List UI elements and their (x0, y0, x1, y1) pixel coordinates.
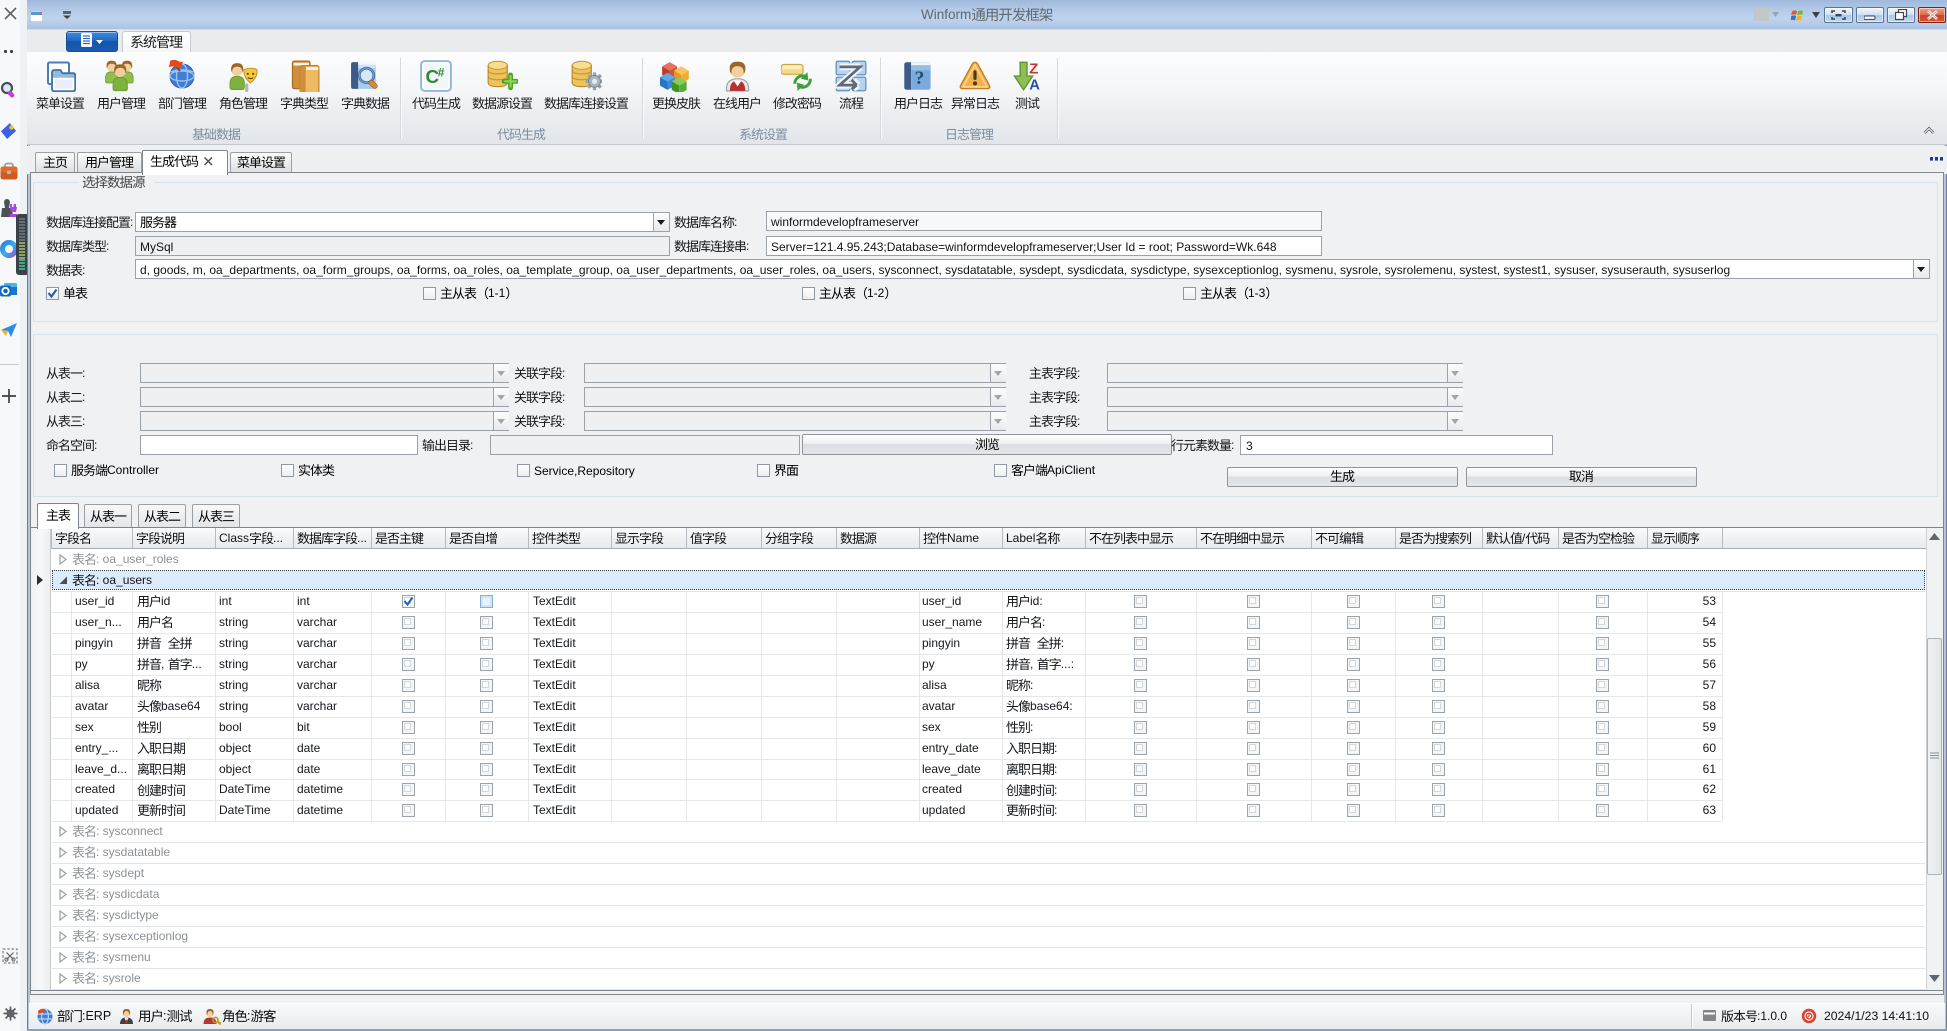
svg-text::: : (1077, 390, 1080, 404)
svg-text::: : (470, 438, 473, 452)
svg-text:?: ? (915, 68, 925, 89)
svg-text:Label: Label (1006, 531, 1035, 545)
svg-text:: sysmenu: : sysmenu (96, 950, 151, 964)
svg-text:A: A (1029, 78, 1040, 92)
svg-text::: : (1054, 803, 1057, 817)
svg-text:: sysdictype: : sysdictype (96, 908, 159, 922)
svg-text:1-3: 1-3 (1248, 286, 1266, 300)
svg-text:Controller: Controller (107, 463, 159, 477)
svg-text::ERP: :ERP (82, 1009, 111, 1023)
svg-text:id:: id: (1030, 594, 1043, 608)
svg-text:#: # (438, 66, 445, 80)
svg-text::: : (1054, 783, 1057, 797)
svg-text:/: / (1522, 531, 1526, 545)
svg-text::: : (1077, 414, 1080, 428)
svg-text::: : (94, 438, 97, 452)
svg-text::: : (82, 366, 85, 380)
svg-text::: : (746, 239, 749, 253)
svg-text:...: ... (357, 531, 367, 545)
svg-text::: : (562, 414, 565, 428)
svg-text:ApiClient: ApiClient (1047, 463, 1096, 477)
svg-text:...: ... (273, 531, 283, 545)
svg-text:,: , (1030, 657, 1033, 671)
svg-text:Class: Class (219, 531, 249, 545)
svg-text::: : (1030, 720, 1033, 734)
svg-text:: sysdicdata: : sysdicdata (96, 887, 160, 901)
svg-text::: : (82, 414, 85, 428)
svg-text:base64: base64 (161, 699, 201, 713)
svg-text::: : (1077, 366, 1080, 380)
svg-text:,: , (161, 657, 164, 671)
svg-text::: : (106, 239, 109, 253)
svg-text:Z: Z (1029, 62, 1038, 78)
svg-text:Name: Name (947, 531, 979, 545)
svg-text:Winform: Winform (921, 7, 971, 22)
svg-text:: sysdatatable: : sysdatatable (96, 845, 170, 859)
svg-text:: sysdept: : sysdept (96, 866, 145, 880)
svg-text::: : (562, 390, 565, 404)
svg-text::: : (734, 215, 737, 229)
svg-text:...:: ...: (1061, 657, 1074, 671)
svg-text:id: id (161, 594, 170, 608)
svg-text::: : (163, 1009, 166, 1023)
svg-text:: sysrole: : sysrole (96, 971, 141, 985)
svg-text::: : (1042, 615, 1045, 629)
svg-text:base64:: base64: (1030, 699, 1073, 713)
svg-text::: : (247, 1009, 250, 1023)
svg-text::: : (82, 390, 85, 404)
svg-text:: sysconnect: : sysconnect (96, 824, 163, 838)
svg-text:...: ... (192, 657, 202, 671)
svg-text::: : (1061, 636, 1064, 650)
svg-text::: : (1054, 762, 1057, 776)
svg-text:: oa_users: : oa_users (96, 573, 152, 587)
svg-text::: : (130, 215, 133, 229)
svg-text::: : (562, 366, 565, 380)
svg-text:: oa_user_roles: : oa_user_roles (96, 552, 179, 566)
svg-text:1-2: 1-2 (867, 286, 885, 300)
svg-text::1.0.0: :1.0.0 (1757, 1009, 1787, 1023)
svg-text::: : (1054, 741, 1057, 755)
svg-text:2024/1/23 14:41:10: 2024/1/23 14:41:10 (1824, 1009, 1929, 1023)
svg-text:1-1: 1-1 (488, 286, 506, 300)
svg-text::: : (82, 263, 85, 277)
svg-text::: : (1030, 678, 1033, 692)
svg-text:: sysexceptionlog: : sysexceptionlog (96, 929, 188, 943)
svg-text::: : (1231, 438, 1234, 452)
